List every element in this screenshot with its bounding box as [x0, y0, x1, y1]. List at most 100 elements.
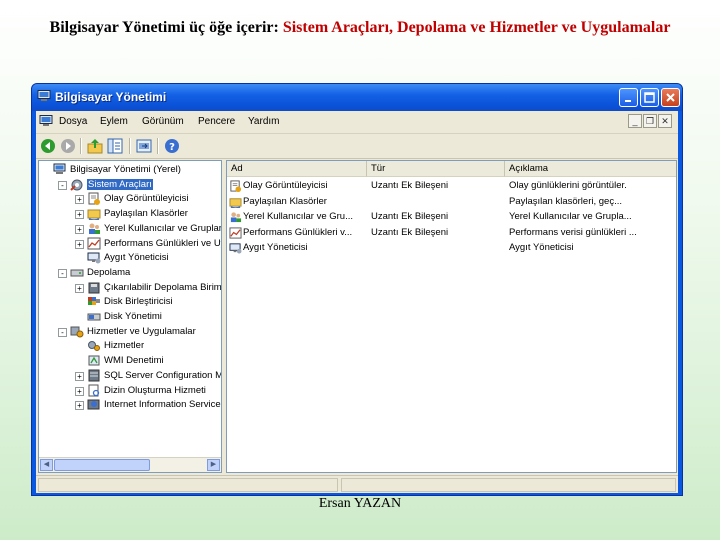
column-header-tur[interactable]: Tür — [367, 161, 505, 177]
expand-toggle[interactable]: + — [75, 224, 84, 234]
maximize-icon — [644, 92, 655, 103]
menu-dosya[interactable]: Dosya — [59, 116, 87, 127]
export-icon[interactable] — [136, 138, 152, 154]
services-icon — [88, 341, 100, 352]
forward-icon[interactable] — [60, 138, 76, 154]
collapse-toggle[interactable]: - — [58, 180, 67, 190]
expand-toggle[interactable]: + — [75, 371, 84, 381]
cell-type: Uzantı Ek Bileşeni — [371, 211, 449, 222]
shared-folder-icon — [229, 197, 242, 208]
users-icon — [89, 223, 100, 234]
expand-toggle[interactable]: + — [75, 210, 84, 220]
menu-eylem[interactable]: Eylem — [100, 116, 128, 127]
tree-item-label: Dizin Oluşturma Hizmeti — [104, 384, 206, 396]
menu-pencere[interactable]: Pencere — [198, 116, 235, 127]
tree-item-label: Olay Görüntüleyicisi — [104, 193, 189, 205]
computer-management-icon[interactable] — [39, 115, 53, 127]
column-header-ad[interactable]: Ad — [227, 161, 367, 177]
details-pane: Ad Tür Açıklama Olay Görüntüleyicisi Uzan… — [226, 160, 677, 473]
show-tree-icon[interactable] — [107, 138, 123, 154]
list-item[interactable]: Olay Görüntüleyicisi Uzantı Ek Bileşeni Ol… — [227, 179, 676, 194]
tree-item-label: Performans Günlükleri ve Uya — [104, 237, 222, 249]
shared-folder-icon — [87, 209, 101, 221]
sql-server-icon — [88, 369, 100, 382]
close-button[interactable] — [661, 88, 680, 107]
expand-toggle[interactable]: + — [75, 195, 84, 205]
child-close-button[interactable]: ✕ — [658, 114, 672, 128]
toolbar: ? — [36, 134, 678, 159]
expand-toggle[interactable]: + — [75, 239, 84, 249]
storage-icon — [70, 269, 84, 277]
expand-toggle[interactable]: + — [75, 386, 84, 396]
window-client-area: Dosya Eylem Görünüm Pencere Yardım _ ❐ ✕ — [36, 111, 678, 493]
indexing-icon — [88, 384, 100, 396]
menu-bar: Dosya Eylem Görünüm Pencere Yardım _ ❐ ✕ — [36, 111, 678, 134]
expand-toggle[interactable]: + — [75, 401, 84, 411]
column-header-aciklama[interactable]: Açıklama — [505, 161, 676, 177]
cell-description: Performans verisi günlükleri ... — [509, 226, 637, 238]
child-restore-button[interactable]: ❐ — [643, 114, 657, 128]
scroll-left-button[interactable]: ◀ — [40, 459, 53, 471]
minimize-button[interactable] — [619, 88, 638, 107]
minimize-icon — [625, 100, 631, 102]
up-folder-icon[interactable] — [87, 138, 103, 154]
tree-item-label: Internet Information Service — [104, 399, 221, 411]
list-item[interactable]: Yerel Kullanıcılar ve Gru... Uzantı Ek Bi… — [227, 210, 676, 225]
computer-management-window: Bilgisayar Yönetimi Dosya Eylem Görünüm … — [31, 83, 683, 496]
toolbar-separator — [80, 138, 82, 154]
wmi-icon — [88, 355, 100, 366]
tree-item-label: WMI Denetimi — [104, 355, 164, 367]
removable-storage-icon — [88, 282, 100, 294]
expand-toggle[interactable]: + — [75, 283, 84, 293]
users-icon — [230, 212, 242, 223]
window-title: Bilgisayar Yönetimi — [55, 90, 167, 104]
tree-item-label: Disk Birleştiricisi — [104, 296, 173, 308]
slide-footer: Ersan YAZAN — [318, 496, 402, 511]
window-titlebar[interactable]: Bilgisayar Yönetimi — [32, 84, 682, 111]
collapse-toggle[interactable]: - — [58, 268, 67, 278]
close-icon — [666, 93, 675, 102]
event-viewer-icon — [230, 180, 242, 192]
cell-description: Paylaşılan klasörleri, geç... — [509, 195, 622, 207]
list-item[interactable]: Performans Günlükleri v... Uzantı Ek Bile… — [227, 226, 676, 241]
device-manager-icon — [87, 252, 101, 264]
disk-management-icon — [87, 313, 101, 321]
scroll-right-button[interactable]: ▶ — [207, 459, 220, 471]
iis-icon — [87, 399, 100, 410]
toolbar-separator — [129, 138, 131, 154]
slide-title: Bilgisayar Yönetimi üç öğe içerir: Siste… — [30, 18, 690, 38]
tree-item-label: Çıkarılabilir Depolama Birimi — [104, 281, 222, 293]
tree-horizontal-scrollbar[interactable]: ◀ ▶ — [39, 457, 221, 472]
child-minimize-button[interactable]: _ — [628, 114, 642, 128]
cell-description: Aygıt Yöneticisi — [509, 242, 574, 253]
tree-item-label: Sistem Araçları — [87, 178, 153, 190]
cell-name: Yerel Kullanıcılar ve Gru... — [243, 211, 354, 222]
help-icon[interactable]: ? — [164, 138, 180, 154]
back-icon[interactable] — [40, 138, 56, 154]
device-manager-icon — [229, 243, 242, 254]
performance-icon — [87, 237, 101, 249]
menu-gorunum[interactable]: Görünüm — [142, 116, 184, 127]
tree-item-label: Aygıt Yöneticisi — [104, 252, 169, 264]
slide-title-highlight: Sistem Araçları, Depolama ve Hizmetler v… — [282, 19, 671, 36]
computer-management-icon — [37, 90, 51, 101]
cell-name: Paylaşılan Klasörler — [243, 195, 327, 207]
maximize-button[interactable] — [640, 88, 659, 107]
tree-item-label: Hizmetler — [104, 340, 145, 352]
event-viewer-icon — [88, 192, 100, 206]
system-tools-icon — [70, 179, 83, 191]
menu-yardim[interactable]: Yardım — [248, 116, 280, 127]
toolbar-separator — [157, 138, 159, 154]
tree-item-label: Hizmetler ve Uygulamalar — [87, 325, 196, 337]
cell-name: Olay Görüntüleyicisi — [243, 180, 328, 191]
collapse-toggle[interactable]: - — [58, 327, 67, 337]
list-item[interactable]: Aygıt Yöneticisi Aygıt Yöneticisi — [227, 241, 676, 256]
tree-item-label: Bilgisayar Yönetimi (Yerel) — [70, 164, 181, 175]
tree-item-label: Paylaşılan Klasörler — [104, 208, 188, 220]
tree-item-label: Disk Yönetimi — [104, 311, 162, 322]
list-item[interactable]: Paylaşılan Klasörler Paylaşılan klasörler… — [227, 195, 676, 210]
services-apps-icon — [70, 326, 84, 338]
scroll-thumb[interactable] — [54, 459, 150, 471]
cell-name: Performans Günlükleri v... — [243, 226, 353, 238]
status-segment — [38, 478, 338, 492]
